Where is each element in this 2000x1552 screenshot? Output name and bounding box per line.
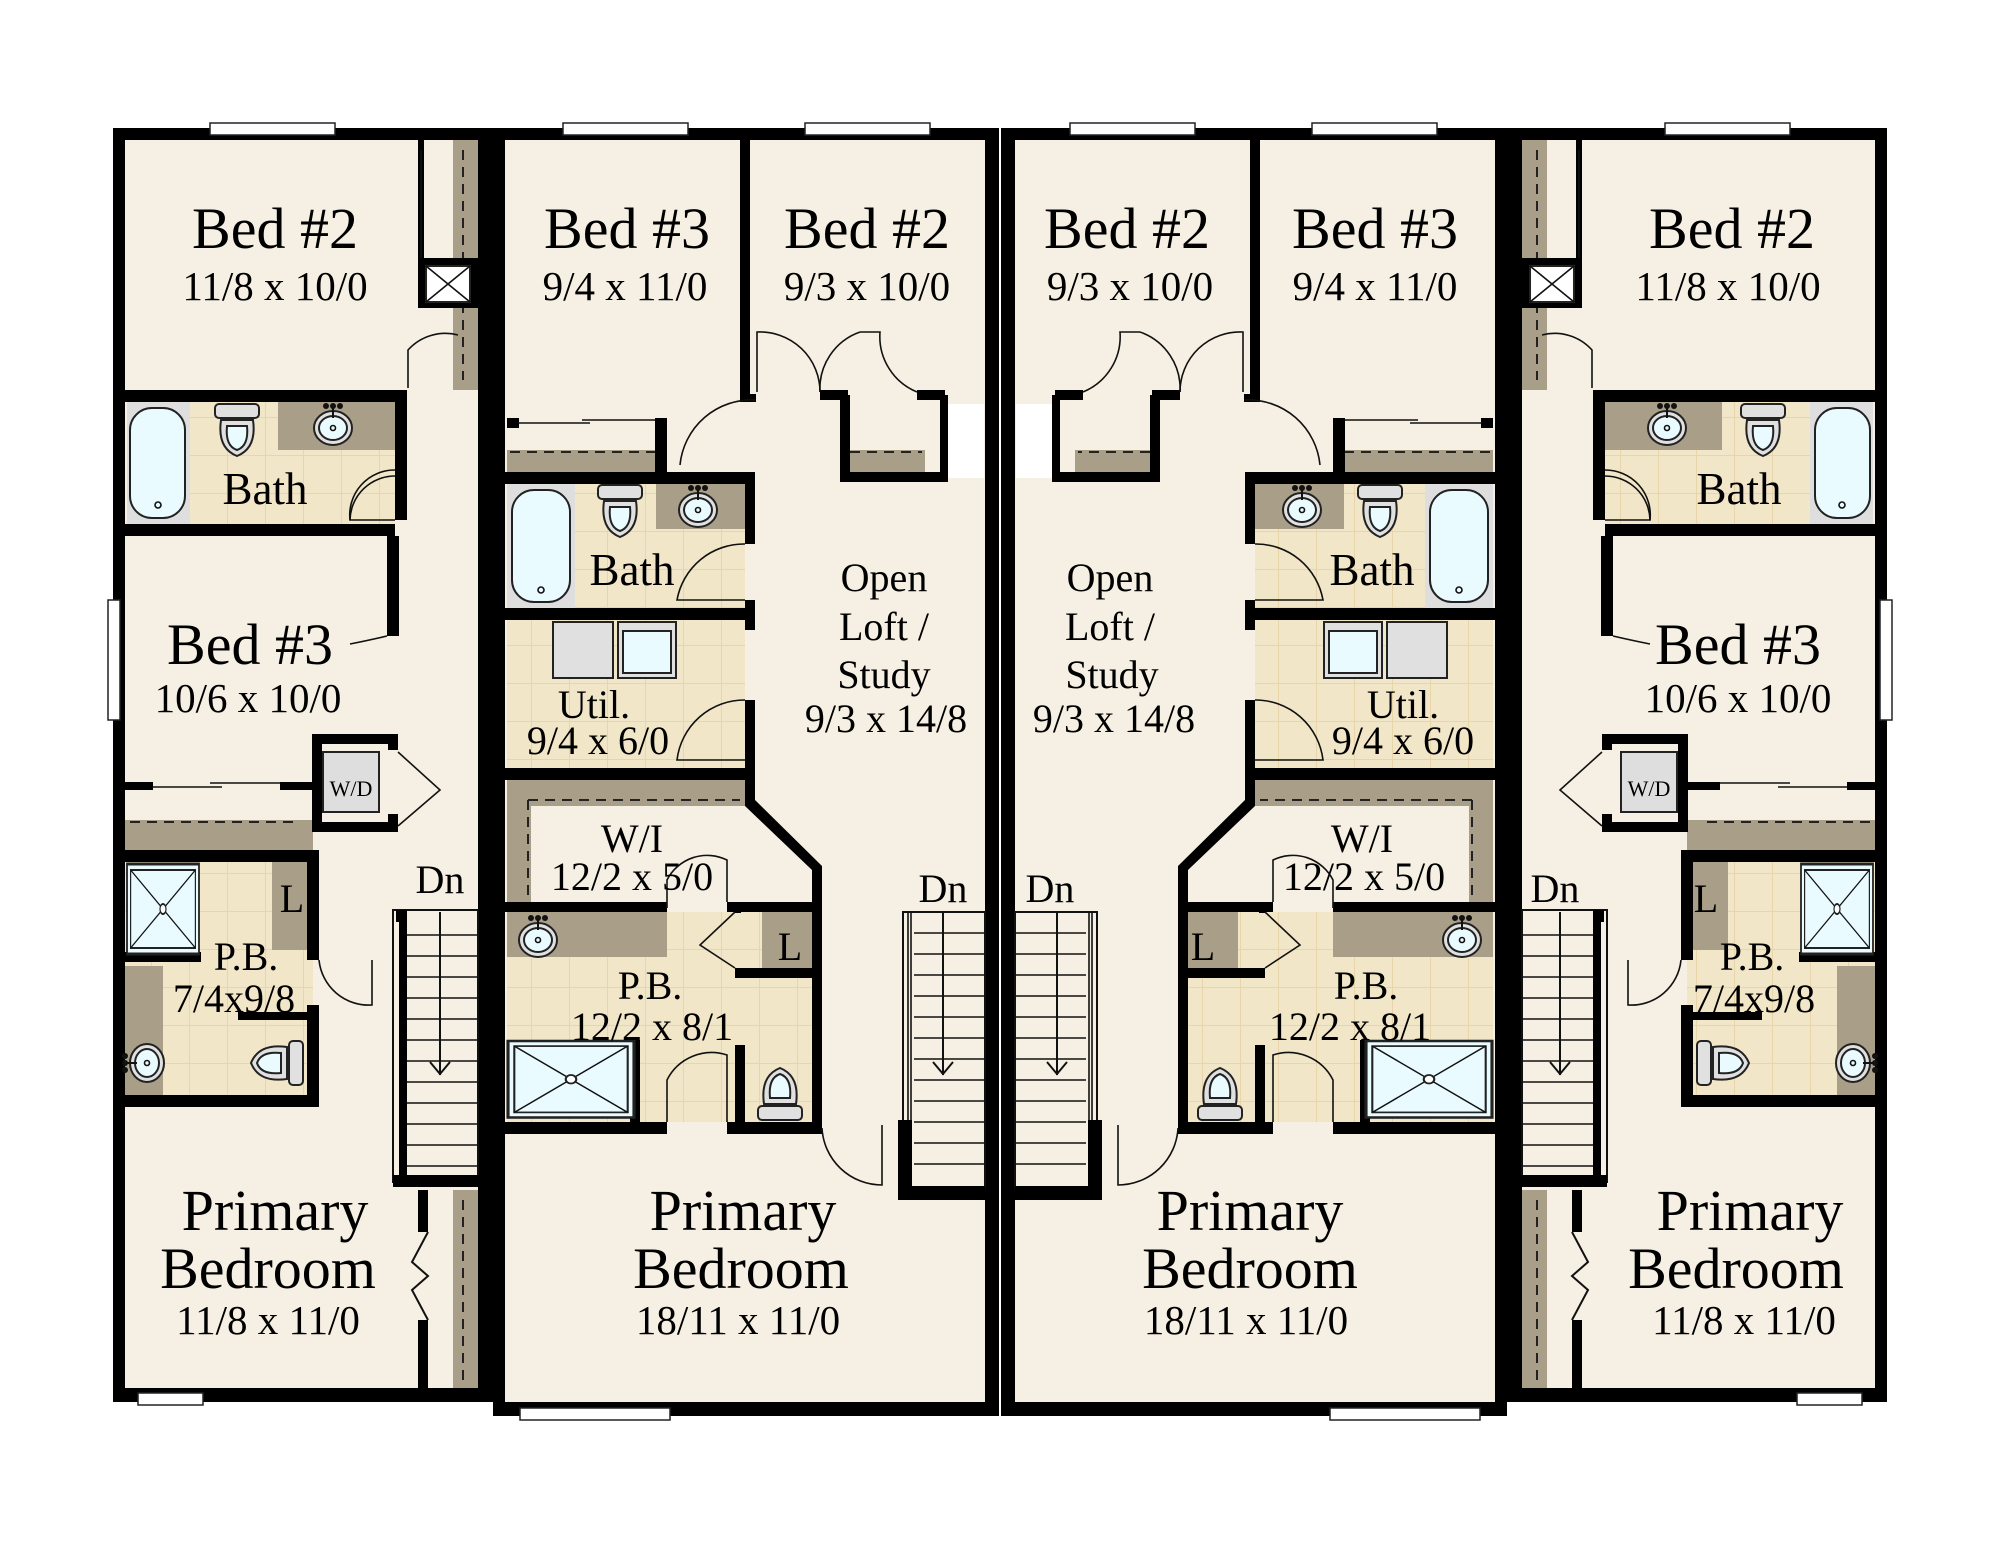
room-size-bed3: 10/6 x 10/0 [1645, 675, 1832, 721]
room-name-bed3: Bed #3 [1292, 196, 1458, 261]
room-name-bed2: Bed #2 [192, 196, 358, 261]
room-name-primary-1: Primary [1157, 1178, 1344, 1243]
room-name-bed2: Bed #2 [1649, 196, 1815, 261]
stair-label: Dn [1026, 866, 1075, 911]
room-name-bed3: Bed #3 [544, 196, 710, 261]
room-size-bed2: 9/3 x 10/0 [1047, 263, 1213, 309]
room-size-util: 9/4 x 6/0 [1332, 718, 1474, 763]
room-size-bed2: 11/8 x 10/0 [182, 263, 367, 309]
stair-label: Dn [416, 857, 465, 902]
room-size-bed3: 9/4 x 11/0 [1293, 263, 1458, 309]
room-size-bed2: 9/3 x 10/0 [784, 263, 950, 309]
room-size-pb: 7/4x9/8 [1693, 976, 1815, 1021]
room-name-bed2: Bed #2 [784, 196, 950, 261]
room-name-bath: Bath [1330, 545, 1415, 595]
room-size-wi: 12/2 x 5/0 [551, 854, 713, 899]
room-name-loft-3: Study [837, 652, 930, 697]
room-size-primary: 18/11 x 11/0 [636, 1297, 840, 1343]
room-size-primary: 11/8 x 11/0 [176, 1297, 360, 1343]
room-name-bath: Bath [590, 545, 675, 595]
linen-label: L [1694, 876, 1718, 921]
room-name-primary-2: Bedroom [160, 1236, 376, 1301]
room-size-pb: 12/2 x 8/1 [1269, 1004, 1431, 1049]
room-name-primary-1: Primary [182, 1178, 369, 1243]
room-size-loft: 9/3 x 14/8 [805, 696, 967, 741]
room-name-bed2: Bed #2 [1044, 196, 1210, 261]
room-name-primary-2: Bedroom [633, 1236, 849, 1301]
room-name-primary-1: Primary [1657, 1178, 1844, 1243]
room-size-pb: 7/4x9/8 [173, 976, 295, 1021]
stair-label: Dn [1531, 866, 1580, 911]
linen-label: L [778, 924, 802, 969]
room-size-wi: 12/2 x 5/0 [1283, 854, 1445, 899]
room-name-primary-2: Bedroom [1628, 1236, 1844, 1301]
room-name-pb: P.B. [214, 934, 279, 979]
floor-plan: Bed #2 11/8 x 10/0 Bath Bed #3 10/6 x 10… [0, 0, 2000, 1552]
room-name-bath: Bath [1697, 464, 1782, 514]
linen-label: L [280, 876, 304, 921]
room-size-bed3: 10/6 x 10/0 [155, 675, 342, 721]
room-name-pb: P.B. [618, 963, 683, 1008]
room-name-pb: P.B. [1720, 934, 1785, 979]
room-name-loft-1: Open [841, 555, 928, 600]
room-name-loft-2: Loft / [1065, 604, 1156, 649]
wd-label: W/D [330, 776, 373, 801]
room-name-primary-2: Bedroom [1142, 1236, 1358, 1301]
linen-label: L [1191, 924, 1215, 969]
room-name-primary-1: Primary [650, 1178, 837, 1243]
room-size-util: 9/4 x 6/0 [527, 718, 669, 763]
room-size-loft: 9/3 x 14/8 [1033, 696, 1195, 741]
room-name-bed3: Bed #3 [167, 612, 333, 677]
room-name-pb: P.B. [1334, 963, 1399, 1008]
room-name-loft-1: Open [1067, 555, 1154, 600]
room-size-primary: 18/11 x 11/0 [1144, 1297, 1348, 1343]
room-size-bed2: 11/8 x 10/0 [1635, 263, 1820, 309]
room-name-bed3: Bed #3 [1655, 612, 1821, 677]
room-name-loft-2: Loft / [839, 604, 930, 649]
room-name-loft-3: Study [1065, 652, 1158, 697]
room-size-bed3: 9/4 x 11/0 [543, 263, 708, 309]
room-size-primary: 11/8 x 11/0 [1652, 1297, 1836, 1343]
room-size-pb: 12/2 x 8/1 [571, 1004, 733, 1049]
stair-label: Dn [919, 866, 968, 911]
room-name-bath: Bath [223, 464, 308, 514]
wd-label: W/D [1628, 776, 1671, 801]
